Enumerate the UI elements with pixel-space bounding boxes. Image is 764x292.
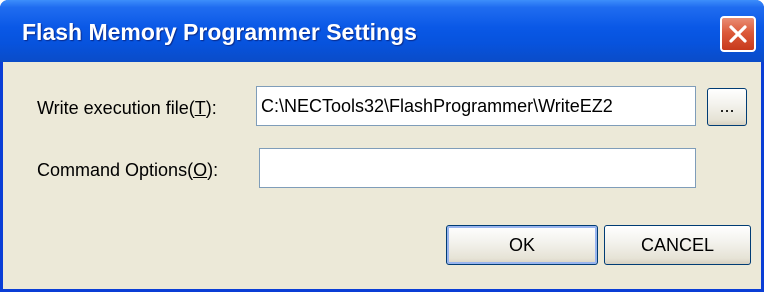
dialog-window: Flash Memory Programmer Settings Write e… [0, 0, 764, 292]
title-bar[interactable]: Flash Memory Programmer Settings [0, 0, 764, 62]
cancel-button[interactable]: CANCEL [604, 225, 751, 265]
write-execution-file-accesskey: T [194, 98, 206, 118]
close-button[interactable] [720, 16, 756, 52]
command-options-accesskey: O [193, 160, 208, 180]
browse-button[interactable]: ... [707, 88, 747, 126]
ok-button[interactable]: OK [446, 225, 598, 265]
write-execution-file-input[interactable]: C:\NECTools32\FlashProgrammer\WriteEZ2 [256, 86, 696, 126]
command-options-input[interactable] [259, 148, 696, 188]
dialog-title: Flash Memory Programmer Settings [22, 19, 417, 45]
write-execution-file-label: Write execution file(T): [37, 98, 217, 118]
command-options-label: Command Options(O): [37, 160, 219, 180]
close-icon [729, 25, 747, 43]
